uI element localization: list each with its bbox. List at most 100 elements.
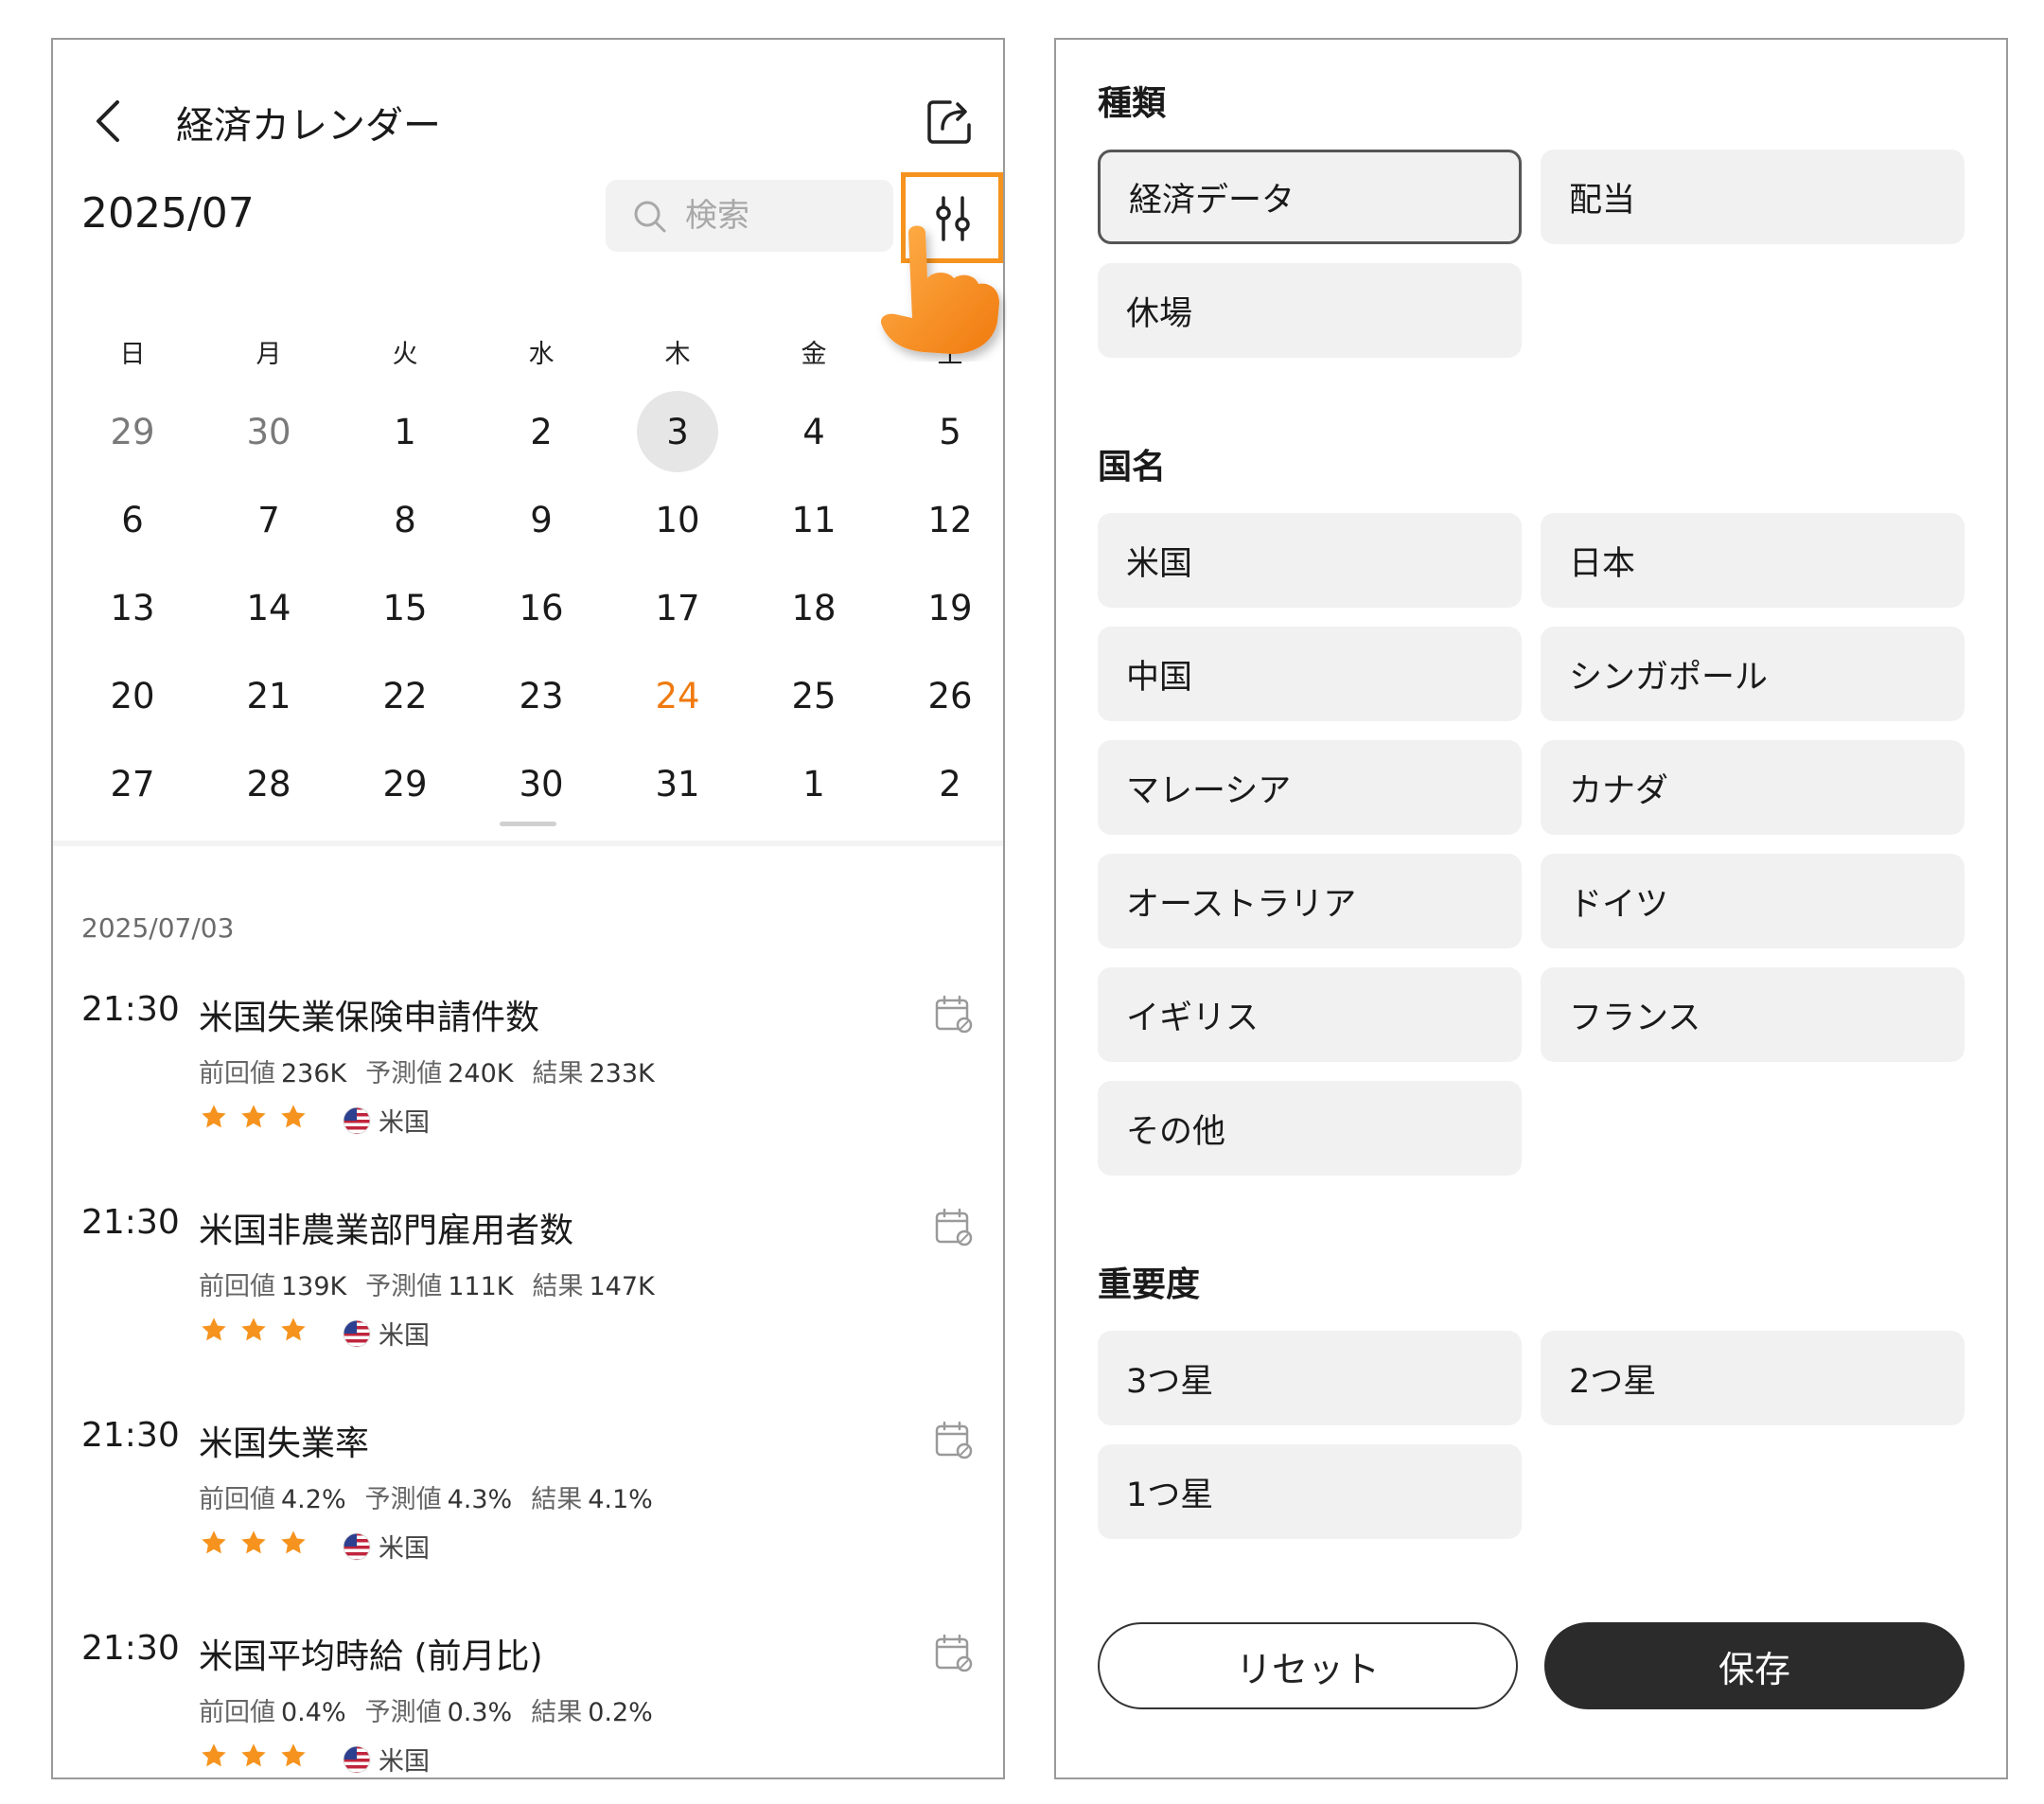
calendar-day[interactable]: 6 [64,476,201,563]
calendar-day[interactable]: 13 [64,564,201,651]
importance-chip[interactable]: 3つ星 [1098,1331,1522,1425]
weekday-label: 木 [664,340,691,369]
country-chip[interactable]: 中国 [1098,627,1522,721]
calendar-week-row: 13 14 15 16 17 18 19 [64,564,1003,651]
calendar-day-number: 29 [382,763,428,805]
calendar-add-icon[interactable] [933,994,973,1034]
calendar-day-selected[interactable]: 3 [609,388,746,475]
calendar-day-number: 10 [655,499,700,540]
calendar-week-row: 29 30 1 2 3 4 5 [64,388,1003,475]
star-icon [202,1743,226,1767]
calendar-day[interactable]: 28 [201,740,337,827]
calendar-day[interactable]: 26 [882,652,1003,739]
event-stats: 前回値 0.4% 予測値 0.3% 結果 0.2% [199,1691,672,1728]
event-item[interactable]: 21:30 米国失業保険申請件数 前回値 236K 予測値 240K 結果 233K 米国 [53,990,1003,1203]
calendar-day[interactable]: 29 [337,740,473,827]
save-button[interactable]: 保存 [1544,1622,1965,1709]
search-box[interactable] [606,180,893,252]
calendar-day[interactable]: 16 [473,564,609,651]
calendar-panel: 経済カレンダー 2025/07 日月火水木金土 2930123456789101… [51,38,1005,1779]
calendar-day-number: 24 [655,675,700,716]
calendar-day[interactable]: 10 [609,476,746,563]
reset-button[interactable]: リセット [1098,1622,1518,1709]
calendar-day[interactable]: 1 [746,740,882,827]
prev-label: 前回値 [199,1059,275,1088]
calendar-day-number: 7 [257,499,280,540]
country-chip[interactable]: 日本 [1541,513,1965,608]
calendar-day-number: 13 [110,587,155,628]
country-chip[interactable]: マレーシア [1098,740,1522,835]
type-chip[interactable]: 休場 [1098,263,1522,358]
calendar-day[interactable]: 27 [64,740,201,827]
country-label: 米国 [379,1108,430,1138]
back-icon[interactable] [81,93,138,150]
calendar-day-number: 14 [246,587,291,628]
calendar-day[interactable]: 4 [746,388,882,475]
calendar-day[interactable]: 25 [746,652,882,739]
us-flag-icon [343,1319,371,1347]
calendar-day[interactable]: 30 [473,740,609,827]
calendar-day[interactable]: 7 [201,476,337,563]
calendar-day[interactable]: 23 [473,652,609,739]
country-chip[interactable]: オーストラリア [1098,854,1522,948]
event-item[interactable]: 21:30 米国失業率 前回値 4.2% 予測値 4.3% 結果 4.1% 米国 [53,1416,1003,1629]
calendar-day[interactable]: 14 [201,564,337,651]
calendar-day-number: 2 [939,763,961,805]
calendar-day-today[interactable]: 24 [609,652,746,739]
star-icon [241,1743,266,1767]
calendar-day[interactable]: 2 [882,740,1003,827]
calendar-day[interactable]: 1 [337,388,473,475]
importance-stars [199,1741,308,1771]
prev-label: 前回値 [199,1698,275,1727]
country-chip[interactable]: イギリス [1098,967,1522,1062]
country-chip[interactable]: シンガポール [1541,627,1965,721]
us-flag-icon [343,1532,371,1560]
prev-value: 139K [281,1272,347,1301]
calendar-day-number: 9 [530,499,553,540]
calendar-week-row: 6 7 8 9 10 11 12 [64,476,1003,563]
country-chip[interactable]: ドイツ [1541,854,1965,948]
calendar-day[interactable]: 9 [473,476,609,563]
drag-handle[interactable] [500,822,556,826]
search-input[interactable] [685,189,884,242]
event-stats: 前回値 236K 予測値 240K 結果 233K [199,1052,674,1089]
calendar-day[interactable]: 22 [337,652,473,739]
calendar-day[interactable]: 31 [609,740,746,827]
calendar-day-number: 20 [110,675,155,716]
calendar-day[interactable]: 8 [337,476,473,563]
type-chip[interactable]: 経済データ [1098,150,1522,244]
event-item[interactable]: 21:30 米国平均時給 (前月比) 前回値 0.4% 予測値 0.3% 結果 0.2% 米国 [53,1629,1003,1777]
event-item[interactable]: 21:30 米国非農業部門雇用者数 前回値 139K 予測値 111K 結果 147K 米国 [53,1203,1003,1416]
event-time: 21:30 [81,1416,180,1455]
country-chip[interactable]: 米国 [1098,513,1522,608]
type-chip[interactable]: 配当 [1541,150,1965,244]
calendar-day-number: 31 [655,763,700,805]
event-title: 米国平均時給 (前月比) [199,1637,543,1676]
share-icon[interactable] [922,93,978,150]
event-title: 米国非農業部門雇用者数 [199,1212,574,1250]
calendar-day[interactable]: 21 [201,652,337,739]
importance-chip[interactable]: 1つ星 [1098,1444,1522,1539]
calendar-day[interactable]: 2 [473,388,609,475]
calendar-day[interactable]: 29 [64,388,201,475]
calendar-day[interactable]: 30 [201,388,337,475]
filter-button[interactable] [901,172,1003,263]
calendar-day[interactable]: 15 [337,564,473,651]
calendar-day[interactable]: 18 [746,564,882,651]
star-icon [202,1105,226,1128]
event-time: 21:30 [81,1203,180,1242]
calendar-add-icon[interactable] [933,1207,973,1247]
calendar-day[interactable]: 11 [746,476,882,563]
country-chip[interactable]: フランス [1541,967,1965,1062]
calendar-day[interactable]: 5 [882,388,1003,475]
calendar-day[interactable]: 17 [609,564,746,651]
calendar-add-icon[interactable] [933,1633,973,1672]
country-chip[interactable]: カナダ [1541,740,1965,835]
country-chip[interactable]: その他 [1098,1081,1522,1176]
calendar-day[interactable]: 19 [882,564,1003,651]
importance-chip[interactable]: 2つ星 [1541,1331,1965,1425]
calendar-add-icon[interactable] [933,1420,973,1459]
calendar-day[interactable]: 20 [64,652,201,739]
calendar-day[interactable]: 12 [882,476,1003,563]
calendar-day-number: 26 [927,675,973,716]
